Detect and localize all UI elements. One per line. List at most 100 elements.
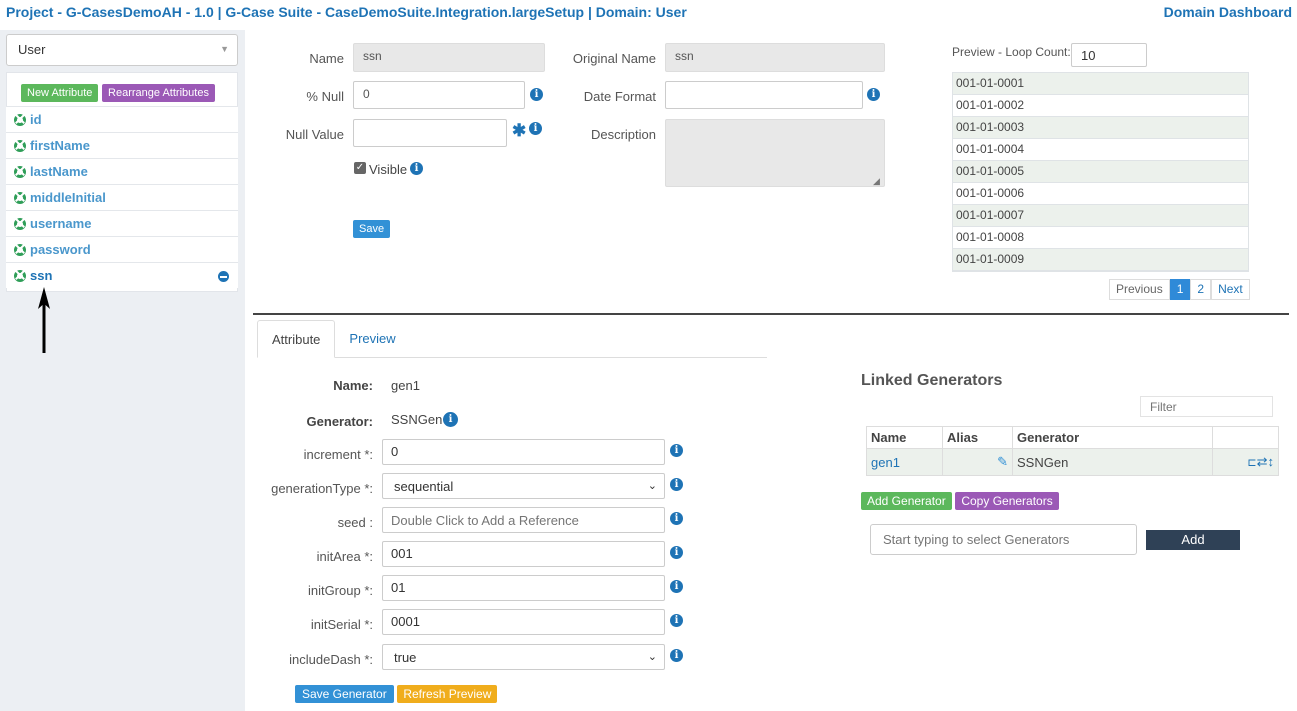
name-field[interactable]: ssn	[353, 43, 545, 72]
arrow-up-icon	[38, 287, 50, 353]
seed-field[interactable]	[382, 507, 665, 533]
field-label: seed :	[337, 515, 373, 530]
generator-type-value: SSNGen	[1012, 448, 1213, 476]
tab-preview[interactable]: Preview	[335, 320, 409, 358]
refresh-preview-button[interactable]: Refresh Preview	[397, 685, 498, 703]
entity-select[interactable]: User ▼	[6, 34, 238, 66]
next-page-button[interactable]: Next	[1211, 279, 1250, 300]
info-icon[interactable]: i	[670, 478, 683, 491]
info-icon[interactable]: i	[670, 580, 683, 593]
field-label: initArea *:	[316, 549, 373, 564]
attribute-item-middleinitial[interactable]: middleInitial	[6, 184, 238, 210]
generator-typeahead-input[interactable]	[870, 524, 1137, 555]
init-area-field[interactable]: 001	[382, 541, 665, 567]
lifebuoy-icon	[14, 217, 26, 230]
attribute-list: id firstName lastName middleInitial user…	[6, 106, 238, 288]
page-2-button[interactable]: 2	[1190, 279, 1212, 300]
field-label: generationType *:	[271, 481, 373, 496]
preview-row: 001-01-0001	[953, 73, 1248, 95]
table-row: gen1 ✎ SSNGen ⊏⇄↕	[866, 448, 1279, 476]
section-divider	[253, 313, 1289, 315]
column-header-actions	[1212, 426, 1279, 449]
sidebar-actions: New Attribute Rearrange Attributes	[21, 84, 215, 102]
field-label: includeDash *:	[289, 652, 373, 667]
attribute-item-lastname[interactable]: lastName	[6, 158, 238, 184]
preview-row: 001-01-0007	[953, 205, 1248, 227]
include-dash-select[interactable]: true ⌄	[382, 644, 665, 670]
init-group-field[interactable]: 01	[382, 575, 665, 601]
add-button[interactable]: Add	[1146, 530, 1240, 550]
increment-field[interactable]: 0	[382, 439, 665, 465]
field-label: increment *:	[303, 447, 373, 462]
gen-name-value: gen1	[391, 378, 420, 393]
visible-checkbox[interactable]: ✓	[354, 162, 366, 174]
generation-type-select[interactable]: sequential ⌄	[382, 473, 665, 499]
attribute-label: password	[30, 242, 91, 257]
domain-dashboard-link[interactable]: Domain Dashboard	[1164, 4, 1292, 20]
description-label: Description	[590, 127, 656, 142]
generator-label: Generator:	[306, 414, 373, 429]
info-icon[interactable]: i	[529, 122, 542, 135]
add-generator-button[interactable]: Add Generator	[861, 492, 952, 510]
lifebuoy-icon	[14, 165, 26, 178]
info-icon[interactable]: i	[443, 412, 458, 427]
previous-page-button[interactable]: Previous	[1109, 279, 1170, 300]
info-icon[interactable]: i	[670, 546, 683, 559]
entity-select-value: User	[18, 42, 46, 57]
remove-attribute-icon[interactable]	[218, 271, 229, 282]
pencil-icon[interactable]: ✎	[997, 454, 1008, 469]
save-button[interactable]: Save	[353, 220, 391, 238]
resize-grip-icon[interactable]: ◢	[873, 176, 880, 187]
attribute-item-password[interactable]: password	[6, 236, 238, 262]
attribute-item-id[interactable]: id	[6, 106, 238, 132]
attribute-label: ssn	[30, 268, 53, 283]
lifebuoy-icon	[14, 139, 26, 152]
null-value-label: Null Value	[285, 127, 344, 142]
info-icon[interactable]: i	[670, 512, 683, 525]
reorder-icon[interactable]: ↕	[1268, 454, 1275, 469]
link-icon[interactable]: ⊏	[1247, 457, 1256, 469]
date-format-field[interactable]	[665, 81, 863, 109]
field-label: initGroup *:	[307, 583, 373, 598]
original-name-label: Original Name	[572, 51, 656, 66]
attribute-item-username[interactable]: username	[6, 210, 238, 236]
select-value: sequential	[394, 479, 454, 494]
info-icon[interactable]: i	[867, 88, 880, 101]
swap-icon[interactable]: ⇄	[1257, 454, 1268, 469]
attribute-label: lastName	[30, 164, 88, 179]
tab-attribute[interactable]: Attribute	[257, 320, 336, 358]
null-value-field[interactable]	[353, 119, 507, 147]
chevron-down-icon: ⌄	[647, 651, 657, 663]
info-icon[interactable]: i	[670, 444, 683, 457]
init-serial-field[interactable]: 0001	[382, 609, 665, 635]
info-icon[interactable]: i	[670, 614, 683, 627]
attribute-item-firstname[interactable]: firstName	[6, 132, 238, 158]
column-header-alias[interactable]: Alias	[942, 426, 1013, 449]
attribute-item-ssn[interactable]: ssn	[6, 262, 238, 288]
preview-row: 001-01-0004	[953, 139, 1248, 161]
preview-row: 001-01-0003	[953, 117, 1248, 139]
info-icon[interactable]: i	[530, 88, 543, 101]
date-format-label: Date Format	[583, 89, 656, 104]
generator-name-link[interactable]: gen1	[866, 448, 943, 476]
column-header-generator[interactable]: Generator	[1012, 426, 1213, 449]
rearrange-attributes-button[interactable]: Rearrange Attributes	[102, 84, 215, 102]
filter-input[interactable]	[1140, 396, 1273, 417]
attribute-label: firstName	[30, 138, 90, 153]
page-1-button[interactable]: 1	[1169, 279, 1191, 300]
field-label: initSerial *:	[310, 617, 373, 632]
project-breadcrumb[interactable]: Project - G-CasesDemoAH - 1.0 | G-Case S…	[6, 4, 687, 20]
attribute-label: username	[30, 216, 92, 231]
description-field[interactable]	[665, 119, 885, 187]
column-header-name[interactable]: Name	[866, 426, 943, 449]
required-asterisk-icon: ✱	[512, 121, 527, 140]
new-attribute-button[interactable]: New Attribute	[21, 84, 99, 102]
generator-actions: Save Generator Refresh Preview	[295, 685, 498, 703]
loop-count-field[interactable]: 10	[1071, 43, 1147, 67]
pct-null-field[interactable]: 0	[353, 81, 525, 109]
save-generator-button[interactable]: Save Generator	[295, 685, 394, 703]
info-icon[interactable]: i	[410, 162, 423, 175]
original-name-field[interactable]: ssn	[665, 43, 885, 72]
info-icon[interactable]: i	[670, 649, 683, 662]
copy-generators-button[interactable]: Copy Generators	[955, 492, 1059, 510]
